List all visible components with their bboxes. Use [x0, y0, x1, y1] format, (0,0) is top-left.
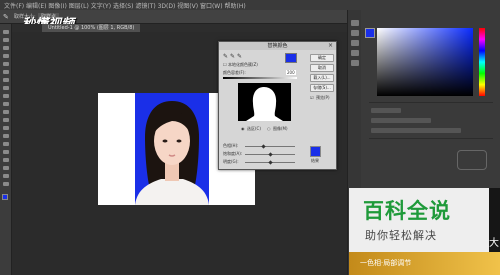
crop-tool-icon[interactable] — [3, 62, 9, 66]
replace-color-dialog[interactable]: 替换颜色 × ✎ ✎ ✎ ☐ 本地化颜色簇(Z) 颜色容差(F): 200 ◉ … — [218, 41, 337, 170]
load-button[interactable]: 载入(L)... — [310, 74, 334, 82]
result-color-swatch[interactable] — [310, 146, 321, 157]
layer-thumbnail[interactable] — [457, 150, 487, 170]
result-label: 结果 — [311, 158, 319, 163]
lightness-label: 明度(G): — [223, 159, 239, 164]
history-brush-tool-icon[interactable] — [3, 102, 9, 106]
lasso-tool-icon[interactable] — [3, 46, 9, 50]
paragraph-panel-icon[interactable] — [351, 60, 359, 66]
cancel-button[interactable]: 取消 — [310, 64, 334, 72]
character-panel-icon[interactable] — [351, 50, 359, 56]
color-hue-slider[interactable] — [479, 28, 485, 96]
foreground-color-swatch[interactable] — [2, 194, 8, 200]
promo-subtitle: 助你轻松解决 — [365, 229, 437, 242]
gradient-tool-icon[interactable] — [3, 118, 9, 122]
promo-big-char: 大 — [489, 238, 499, 249]
fuzziness-input[interactable]: 200 — [286, 70, 296, 75]
eyedropper-plus-icon[interactable]: ✎ — [230, 53, 235, 60]
document-tab[interactable]: Untitled-1 @ 100% (图层 1, RGB/8) — [42, 24, 141, 32]
localized-clusters-label: 本地化颜色簇(Z) — [228, 62, 258, 67]
dialog-title: 替换颜色 — [219, 42, 336, 50]
selection-radio[interactable]: ◉ — [241, 126, 245, 131]
fuzziness-slider[interactable] — [223, 77, 297, 79]
close-icon[interactable]: × — [328, 42, 333, 50]
healing-tool-icon[interactable] — [3, 78, 9, 82]
portrait-photo[interactable] — [135, 93, 209, 205]
zoom-tool-icon[interactable] — [3, 182, 9, 186]
selection-preview — [238, 83, 291, 121]
promo-overlay: 百科全说 助你轻松解决 大 一色相·局部调节 — [349, 188, 500, 275]
hue-slider[interactable] — [245, 146, 295, 147]
preview-label: 预览(P) — [316, 95, 330, 100]
toolbox — [0, 24, 12, 275]
promo-title: 百科全说 — [363, 199, 451, 223]
saturation-slider-knob[interactable] — [268, 152, 273, 157]
shape-tool-icon[interactable] — [3, 166, 9, 170]
promo-strip-text: 一色相·局部调节 — [360, 259, 412, 267]
layers-options-row[interactable] — [371, 128, 461, 133]
hand-tool-icon[interactable] — [3, 174, 9, 178]
dodge-tool-icon[interactable] — [3, 134, 9, 138]
preview-checkbox[interactable]: ☑ — [310, 95, 314, 100]
target-color-swatch[interactable] — [285, 53, 297, 63]
brush-panel-icon[interactable] — [351, 40, 359, 46]
fuzziness-label: 颜色容差(F): — [223, 70, 246, 75]
move-tool-icon[interactable] — [3, 30, 9, 34]
eyedropper-tool-icon[interactable] — [3, 70, 9, 74]
ok-button[interactable]: 确定 — [310, 54, 334, 62]
eraser-tool-icon[interactable] — [3, 110, 9, 114]
marquee-tool-icon[interactable] — [3, 38, 9, 42]
properties-panel-icon[interactable] — [351, 30, 359, 36]
eyedropper-minus-icon[interactable]: ✎ — [237, 53, 242, 60]
layers-filter-row[interactable] — [371, 118, 431, 123]
saturation-label: 饱和度(A): — [223, 151, 243, 156]
localized-clusters-checkbox[interactable]: ☐ — [223, 62, 227, 67]
eyedropper-icon[interactable]: ✎ — [223, 53, 228, 60]
save-button[interactable]: 存储(S)... — [310, 84, 334, 92]
image-radio[interactable]: ○ — [267, 126, 271, 131]
portrait-illustration — [135, 101, 209, 205]
image-radio-label: 图像(M) — [273, 126, 288, 131]
selection-mask — [246, 87, 283, 121]
brush-tool-icon[interactable] — [3, 86, 9, 90]
lightness-slider-knob[interactable] — [268, 160, 273, 165]
eyedropper-icon[interactable]: ✎ — [3, 13, 9, 21]
stamp-tool-icon[interactable] — [3, 94, 9, 98]
promo-strip: 一色相·局部调节 — [349, 252, 500, 275]
hue-slider-knob[interactable] — [261, 144, 266, 149]
menu-items[interactable]: 文件(F) 编辑(E) 图像(I) 图层(L) 文字(Y) 选择(S) 滤镜(T… — [4, 1, 246, 10]
menu-bar: 文件(F) 编辑(E) 图像(I) 图层(L) 文字(Y) 选择(S) 滤镜(T… — [0, 0, 500, 10]
quick-select-tool-icon[interactable] — [3, 54, 9, 58]
panel-divider — [369, 138, 493, 139]
document-tab-bar: Untitled-1 @ 100% (图层 1, RGB/8) — [12, 24, 347, 32]
color-panel-foreground-swatch[interactable] — [365, 28, 375, 38]
type-tool-icon[interactable] — [3, 150, 9, 154]
hue-label: 色相(H): — [223, 143, 239, 148]
adjustments-row[interactable] — [371, 108, 401, 113]
history-panel-icon[interactable] — [351, 20, 359, 26]
path-select-tool-icon[interactable] — [3, 158, 9, 162]
pen-tool-icon[interactable] — [3, 142, 9, 146]
panel-divider — [369, 102, 493, 103]
blur-tool-icon[interactable] — [3, 126, 9, 130]
color-picker-field[interactable] — [377, 28, 473, 96]
selection-radio-label: 选区(C) — [247, 126, 261, 131]
